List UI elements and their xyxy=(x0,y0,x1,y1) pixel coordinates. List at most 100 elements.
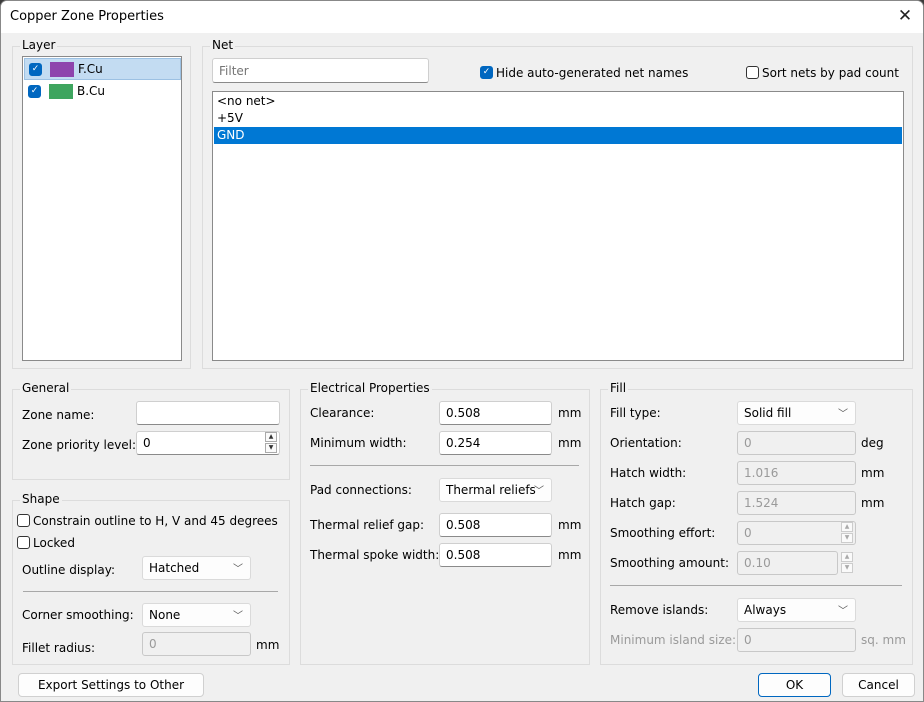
fill-group: Fill Fill type: Solid fill ﹀ Orientation… xyxy=(600,381,913,665)
smoothing-amount-label: Smoothing amount: xyxy=(610,556,730,570)
layer-list: ✓ F.Cu ✓ B.Cu xyxy=(22,56,182,361)
layer-color-swatch xyxy=(49,84,73,99)
thermal-relief-gap-label: Thermal relief gap: xyxy=(310,518,425,532)
minimum-width-label: Minimum width: xyxy=(310,436,407,450)
layer-group: Layer ✓ F.Cu ✓ B.Cu xyxy=(12,38,191,369)
smoothing-amount-spinner[interactable]: ▲ ▼ xyxy=(841,552,855,574)
hatch-width-input[interactable] xyxy=(737,461,856,485)
pad-connections-value: Thermal reliefs xyxy=(446,483,536,497)
electrical-separator xyxy=(310,465,579,466)
outline-display-label: Outline display: xyxy=(22,563,116,577)
shape-group-label: Shape xyxy=(20,492,62,506)
title-bar: Copper Zone Properties ✕ xyxy=(1,1,923,33)
net-group: Net ✓ Hide auto-generated net names Sort… xyxy=(202,38,913,369)
minimum-island-size-input[interactable] xyxy=(737,628,856,652)
corner-smoothing-value: None xyxy=(149,608,181,622)
layer-color-swatch xyxy=(50,62,74,77)
smoothing-amount-input[interactable] xyxy=(737,551,838,575)
chevron-down-icon: ﹀ xyxy=(838,409,848,420)
locked-checkbox[interactable] xyxy=(17,536,30,549)
pad-connections-select[interactable]: Thermal reliefs ﹀ xyxy=(439,478,552,502)
orientation-input[interactable] xyxy=(737,431,856,455)
checkbox-icon[interactable]: ✓ xyxy=(28,85,41,98)
hatch-gap-label: Hatch gap: xyxy=(610,496,676,510)
sort-nets-label[interactable]: Sort nets by pad count xyxy=(762,66,899,80)
thermal-spoke-width-unit: mm xyxy=(558,548,582,562)
fill-group-label: Fill xyxy=(608,381,629,395)
constrain-outline-label[interactable]: Constrain outline to H, V and 45 degrees xyxy=(33,514,278,528)
spin-down-icon[interactable]: ▼ xyxy=(841,533,853,543)
thermal-relief-gap-input[interactable] xyxy=(439,513,552,537)
layer-name: F.Cu xyxy=(78,62,103,76)
spin-down-icon[interactable]: ▼ xyxy=(265,443,277,453)
spin-up-icon[interactable]: ▲ xyxy=(841,552,853,562)
hide-auto-generated-checkbox[interactable]: ✓ xyxy=(480,66,493,79)
clearance-unit: mm xyxy=(558,406,582,420)
corner-smoothing-label: Corner smoothing: xyxy=(22,608,134,622)
chevron-down-icon: ﹀ xyxy=(838,606,848,617)
checkbox-icon[interactable]: ✓ xyxy=(29,63,42,76)
minimum-island-size-unit: sq. mm xyxy=(861,633,906,647)
chevron-down-icon: ﹀ xyxy=(233,564,243,575)
fill-type-label: Fill type: xyxy=(610,406,661,420)
layer-item-bcu[interactable]: ✓ B.Cu xyxy=(24,81,181,103)
orientation-unit: deg xyxy=(861,436,884,450)
fill-type-value: Solid fill xyxy=(744,406,792,420)
net-item[interactable]: GND xyxy=(214,127,902,144)
constrain-outline-checkbox[interactable] xyxy=(17,514,30,527)
orientation-label: Orientation: xyxy=(610,436,682,450)
minimum-width-input[interactable] xyxy=(439,431,552,455)
hide-auto-generated-label[interactable]: Hide auto-generated net names xyxy=(496,66,688,80)
shape-separator xyxy=(23,591,278,592)
close-icon[interactable]: ✕ xyxy=(895,6,915,26)
locked-label[interactable]: Locked xyxy=(33,536,75,550)
chevron-down-icon: ﹀ xyxy=(233,611,243,622)
sort-nets-checkbox[interactable] xyxy=(746,66,759,79)
smoothing-effort-spinner[interactable]: ▲ ▼ xyxy=(841,522,855,544)
hatch-gap-input[interactable] xyxy=(737,491,856,515)
chevron-down-icon: ﹀ xyxy=(534,486,544,497)
zone-name-label: Zone name: xyxy=(22,408,95,422)
net-item[interactable]: <no net> xyxy=(214,93,902,110)
thermal-relief-gap-unit: mm xyxy=(558,518,582,532)
spin-down-icon[interactable]: ▼ xyxy=(841,563,853,573)
smoothing-effort-input[interactable] xyxy=(737,521,856,545)
net-item[interactable]: +5V xyxy=(214,110,902,127)
export-settings-button[interactable]: Export Settings to Other Zones xyxy=(18,673,204,701)
fillet-radius-unit: mm xyxy=(256,638,280,652)
thermal-spoke-width-input[interactable] xyxy=(439,543,552,567)
general-group-label: General xyxy=(20,381,72,395)
outline-display-value: Hatched xyxy=(149,561,200,575)
fill-type-select[interactable]: Solid fill ﹀ xyxy=(737,401,856,425)
corner-smoothing-select[interactable]: None ﹀ xyxy=(142,603,251,627)
hatch-width-label: Hatch width: xyxy=(610,466,687,480)
electrical-properties-group: Electrical Properties Clearance: mm Mini… xyxy=(300,381,590,665)
hatch-width-unit: mm xyxy=(861,466,885,480)
electrical-group-label: Electrical Properties xyxy=(308,381,432,395)
fillet-radius-label: Fillet radius: xyxy=(22,641,96,655)
zone-name-input[interactable] xyxy=(136,401,280,425)
spin-up-icon[interactable]: ▲ xyxy=(841,522,853,532)
cancel-button[interactable]: Cancel xyxy=(842,673,915,697)
layer-item-fcu[interactable]: ✓ F.Cu xyxy=(24,58,181,80)
smoothing-effort-label: Smoothing effort: xyxy=(610,526,716,540)
layer-name: B.Cu xyxy=(77,84,106,98)
ok-button[interactable]: OK xyxy=(758,673,831,697)
fill-separator xyxy=(610,585,902,586)
copper-zone-properties-dialog: Copper Zone Properties ✕ Layer ✓ F.Cu ✓ … xyxy=(0,0,924,702)
general-group: General Zone name: Zone priority level: … xyxy=(12,381,290,480)
clearance-input[interactable] xyxy=(439,401,552,425)
net-filter-input[interactable] xyxy=(212,58,429,83)
outline-display-select[interactable]: Hatched ﹀ xyxy=(142,556,251,580)
remove-islands-select[interactable]: Always ﹀ xyxy=(737,598,856,622)
minimum-width-unit: mm xyxy=(558,436,582,450)
zone-priority-label: Zone priority level: xyxy=(22,438,137,452)
remove-islands-value: Always xyxy=(744,603,787,617)
pad-connections-label: Pad connections: xyxy=(310,483,412,497)
zone-priority-input[interactable] xyxy=(136,431,280,455)
spin-up-icon[interactable]: ▲ xyxy=(265,432,277,442)
window-title: Copper Zone Properties xyxy=(10,9,164,24)
fillet-radius-input[interactable] xyxy=(142,632,251,656)
net-group-label: Net xyxy=(210,38,236,52)
zone-priority-spinner[interactable]: ▲ ▼ xyxy=(265,432,279,454)
